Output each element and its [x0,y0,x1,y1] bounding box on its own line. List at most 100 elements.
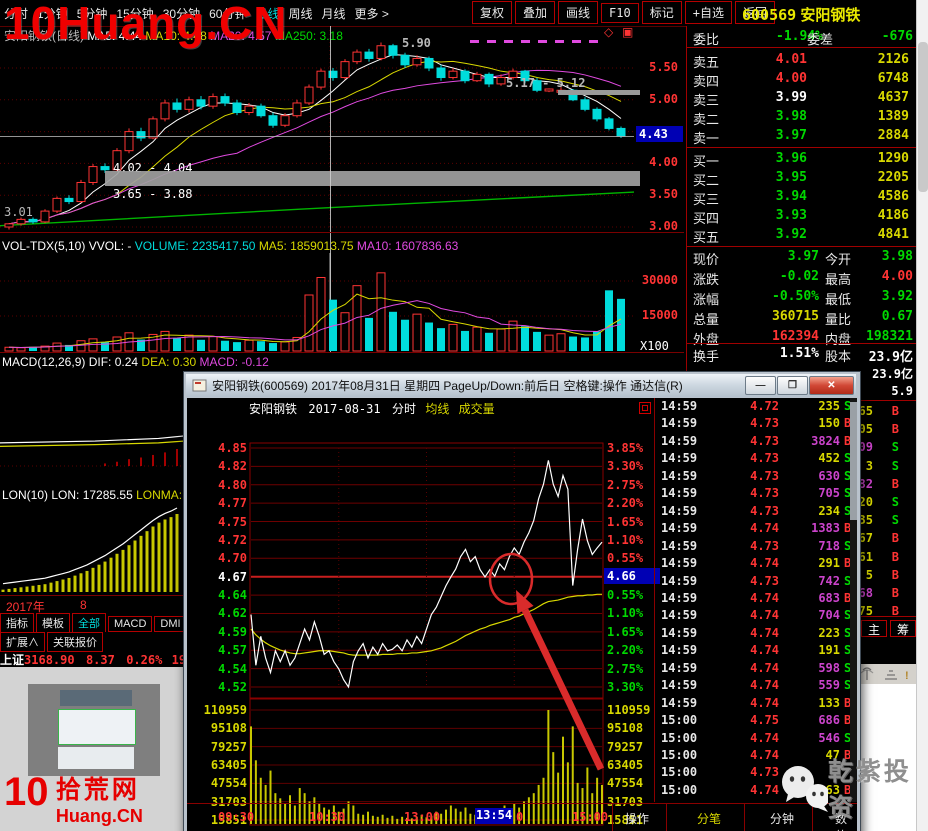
toolbar-button-标记[interactable]: 标记 [641,1,682,24]
ask-row-卖二[interactable]: 卖二 3.98 1389 [687,108,917,127]
vol-unit: X100 [640,339,669,353]
wechat-watermark-text: 乾紫投资 [827,758,912,822]
bid-price: 3.93 [775,208,807,223]
kline-chart [0,26,634,232]
fenshi-right-tick: 2.20% [607,496,644,511]
current-price-line [0,136,634,137]
toolbar-button-叠加[interactable]: 叠加 [515,1,556,24]
sale-time: 14:59 [661,416,698,431]
popup-tab-操作[interactable]: 操作 [625,810,649,827]
sales-row: 15:00 4.74 546 S [657,731,853,748]
breakout-circle-annotation [488,552,534,606]
time-cursor-tag: 13:54 [475,808,513,824]
bid-row-买四[interactable]: 买四 3.93 4186 [687,207,917,226]
popup-scrollbar[interactable] [850,398,857,802]
weibi-row[interactable]: 委比 -1.94% 委差 -676 [687,28,917,47]
bid-row-买三[interactable]: 买三 3.94 4586 [687,188,917,207]
popup-mode-label[interactable]: 分时 [392,402,416,416]
period-更多 >[interactable]: 更多 > [355,5,389,22]
logo-number: 10 [4,770,49,814]
toolbar-button-F10[interactable]: F10 [601,3,639,23]
ask-row-卖三[interactable]: 卖三 3.99 4637 [687,89,917,108]
time-label-09:30: 09:30 [218,810,255,824]
tab-扩展∧[interactable]: 扩展∧ [0,632,45,652]
article-thumbnail[interactable] [28,684,160,776]
tab-关联报价[interactable]: 关联报价 [47,632,103,652]
tab-模板[interactable]: 模板 [36,613,70,632]
guben-value: 23.9亿 [868,350,913,365]
toolbar-button-+自选[interactable]: +自选 [684,1,732,24]
sale-price: 4.74 [750,695,779,710]
ask-row-卖四[interactable]: 卖四 4.00 6748 [687,70,917,89]
stat-value: -0.50% [772,289,819,304]
lon-pane: LON(10) LON: 17285.55 LONMA: [0,488,183,595]
bid-price: 3.96 [775,151,807,166]
tick-side: B [891,476,899,491]
window-icon [192,379,207,391]
ask-price: 3.97 [775,128,807,143]
sales-row: 14:59 4.74 1383 B [657,521,853,538]
panel-tab-筹[interactable]: 筹 [890,620,916,637]
sale-time: 14:59 [661,538,698,553]
sale-volume: 718 [818,538,840,553]
price-tick-4.00: 4.00 [649,155,678,169]
sales-row: 14:59 4.74 133 B [657,696,853,713]
price-tick-5.00: 5.00 [649,92,678,106]
intraday-popup-window: 安阳钢铁(600569) 2017年08月31日 星期四 PageUp/Down… [183,371,861,831]
index-name[interactable]: 上证 [0,653,24,667]
sale-price: 4.73 [750,451,779,466]
tab-指标[interactable]: 指标 [0,613,34,632]
period-周线[interactable]: 周线 [288,5,312,22]
expand-tab-row: 扩展∧ 关联报价 [0,632,183,652]
chart-flag-icon[interactable] [639,402,651,414]
lon-chart [1,507,179,592]
toolbar-button-画线[interactable]: 画线 [558,1,599,24]
bid-row-买一[interactable]: 买一 3.96 1290 [687,150,917,169]
sales-row: 14:59 4.72 235 S [657,399,853,416]
time-sales-list[interactable]: 14:59 4.72 235 S 14:59 4.73 150 B 14:59 4.… [657,399,857,802]
weibi-row-label2: 委差 [807,32,834,47]
sales-row: 14:59 4.74 683 B [657,591,853,608]
tab-DMI[interactable]: DMI [154,616,183,632]
popup-overlay-ma[interactable]: 均线 [425,402,449,416]
popup-title-bar[interactable]: 安阳钢铁(600569) 2017年08月31日 星期四 PageUp/Down… [186,374,856,397]
fenshi-vol-tick-right: 95108 [607,721,644,736]
volume-chart [0,253,634,352]
sale-price: 4.74 [750,521,779,536]
sale-time: 14:59 [661,590,698,605]
period-月线[interactable]: 月线 [322,5,346,22]
fenshi-vol-tick-left: 47554 [210,776,247,791]
sales-row: 14:59 4.73 150 B [657,416,853,433]
panel-tab-主[interactable]: 主 [861,620,887,637]
tab-全部[interactable]: 全部 [72,613,106,632]
stat-label: 现价 [693,252,720,267]
ask-volume: 2884 [877,128,909,143]
vol-tick-30000: 30000 [641,273,678,287]
popup-scrollbar-thumb[interactable] [850,402,857,520]
site-watermark: 10Huang.CN [4,0,288,49]
popup-overlay-vol[interactable]: 成交量 [459,402,495,416]
status-bar: 上证3168.90 8.37 0.26% 19 [0,651,186,667]
sale-time: 14:59 [661,625,698,640]
wechat-watermark: 乾紫投资 [776,752,928,824]
scrollbar-thumb[interactable] [918,42,928,192]
maximize-button[interactable]: ❐ [777,376,808,395]
steps-icon [885,670,897,680]
site-logo[interactable]: 10 拾荒网 Huang.CN [4,770,143,827]
volume-pane: VOL-TDX(5,10) VVOL: - VOLUME: 2235417.50… [0,232,684,353]
toolbar-button-复权[interactable]: 复权 [472,1,513,24]
sale-price: 4.75 [750,713,779,728]
minimize-button[interactable]: — [745,376,776,395]
ask-row-卖一[interactable]: 卖一 3.97 2884 [687,127,917,146]
popup-tab-分笔[interactable]: 分笔 [697,810,721,827]
separator [687,47,917,48]
tab-MACD[interactable]: MACD [108,616,153,632]
sale-price: 4.73 [750,503,779,518]
ask-row-卖五[interactable]: 卖五 4.01 2126 [687,51,917,70]
bid-row-买二[interactable]: 买二 3.95 2205 [687,169,917,188]
page-scrollbar[interactable] [916,0,928,831]
close-button[interactable]: ✕ [809,376,854,395]
fenshi-left-tick: 4.75 [218,514,247,529]
sale-volume: 133 [818,695,840,710]
bid-row-买五[interactable]: 买五 3.92 4841 [687,226,917,245]
